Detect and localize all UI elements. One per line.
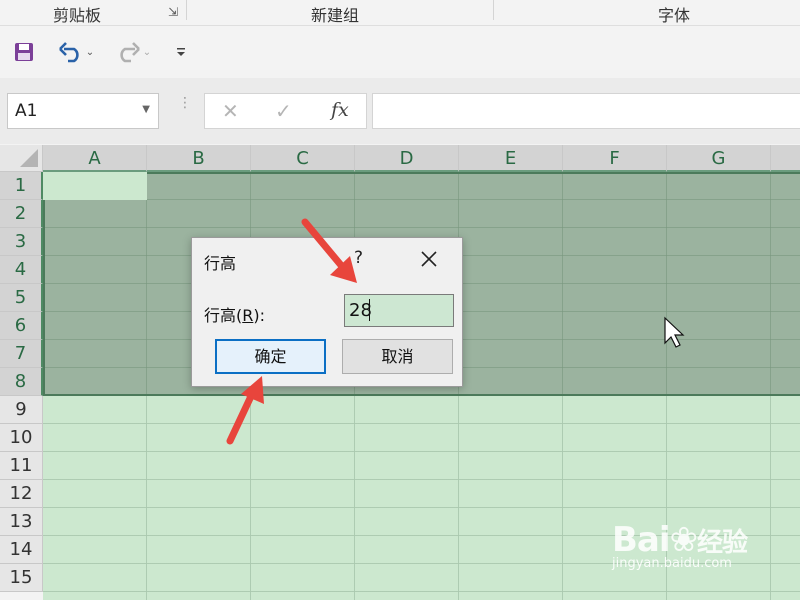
- undo-icon: [58, 42, 79, 63]
- row-header-1[interactable]: 1: [0, 172, 43, 200]
- cancel-button[interactable]: 取消: [342, 339, 453, 374]
- column-header-g[interactable]: G: [667, 145, 771, 172]
- row-header-5[interactable]: 5: [0, 284, 43, 312]
- row-header-2[interactable]: 2: [0, 200, 43, 228]
- column-header-h[interactable]: [771, 145, 800, 172]
- row-header-6[interactable]: 6: [0, 312, 43, 340]
- row-header-14[interactable]: 14: [0, 536, 43, 564]
- paw-icon: ❀: [669, 520, 698, 560]
- cancel-edit-button[interactable]: ✕: [222, 99, 239, 123]
- caret-down-icon[interactable]: ▼: [142, 104, 150, 115]
- column-header-f[interactable]: F: [563, 145, 667, 172]
- row-height-input[interactable]: [344, 294, 454, 327]
- name-box[interactable]: A1 ▼: [7, 93, 159, 129]
- row-header-9[interactable]: 9: [0, 396, 43, 424]
- row-header-8[interactable]: 8: [0, 368, 43, 396]
- label-prefix: 行高(: [204, 306, 243, 325]
- save-button[interactable]: [12, 39, 36, 65]
- watermark-logo: Bai❀经验: [612, 520, 748, 560]
- row-header-11[interactable]: 11: [0, 452, 43, 480]
- row-header-12[interactable]: 12: [0, 480, 43, 508]
- active-cell-a1[interactable]: [43, 172, 147, 200]
- row-header-10[interactable]: 10: [0, 424, 43, 452]
- row-header-4[interactable]: 4: [0, 256, 43, 284]
- watermark-logo-left: Bai: [612, 520, 671, 560]
- redo-button[interactable]: ⌄: [110, 39, 156, 65]
- redo-icon: [120, 42, 140, 63]
- insert-function-button[interactable]: fx: [331, 99, 349, 121]
- help-button[interactable]: ?: [354, 248, 363, 268]
- formula-input[interactable]: [372, 93, 800, 129]
- dialog-launcher-icon[interactable]: ⇲: [168, 5, 182, 19]
- enter-edit-button[interactable]: ✓: [275, 99, 292, 123]
- ribbon-divider: [493, 0, 494, 20]
- ribbon-group-new: 新建组: [311, 6, 360, 25]
- save-icon: [15, 43, 33, 61]
- watermark-logo-right: 经验: [697, 528, 748, 558]
- formula-buttons: ✕ ✓ fx: [204, 93, 367, 129]
- quick-access-toolbar: ⌄ ⌄: [0, 27, 800, 77]
- text-caret: [369, 299, 370, 321]
- watermark-url: jingyan.baidu.com: [612, 556, 732, 571]
- ribbon-group-font: 字体: [658, 6, 691, 25]
- ribbon-divider: [186, 0, 187, 20]
- row-height-label: 行高(R):: [204, 302, 265, 326]
- ribbon-group-bar: 剪贴板 ⇲ 新建组 字体: [0, 0, 800, 26]
- row-header-3[interactable]: 3: [0, 228, 43, 256]
- close-icon[interactable]: [420, 250, 438, 268]
- column-header-d[interactable]: D: [355, 145, 459, 172]
- row-header-7[interactable]: 7: [0, 340, 43, 368]
- row-header-13[interactable]: 13: [0, 508, 43, 536]
- select-all-button[interactable]: [0, 145, 43, 172]
- label-accesskey: R: [242, 306, 254, 325]
- customize-qat-icon: [177, 48, 185, 56]
- formula-bar: A1 ▼ ⋮ ✕ ✓ fx: [0, 78, 800, 144]
- baidu-watermark: Bai❀经验 jingyan.baidu.com: [612, 520, 748, 571]
- chevron-down-icon[interactable]: ⌄: [86, 47, 94, 58]
- ribbon-group-clipboard: 剪贴板: [53, 6, 102, 25]
- row-header-15[interactable]: 15: [0, 564, 43, 592]
- column-header-a[interactable]: A: [43, 145, 147, 172]
- undo-button[interactable]: ⌄: [52, 39, 100, 65]
- dialog-title: 行高: [204, 254, 237, 273]
- chevron-down-icon[interactable]: ⌄: [143, 47, 151, 58]
- column-header-c[interactable]: C: [251, 145, 355, 172]
- column-header-b[interactable]: B: [147, 145, 251, 172]
- row-height-dialog: 行高 ? 行高(R): 确定 取消: [191, 237, 463, 387]
- label-suffix: ):: [253, 306, 266, 325]
- name-box-value: A1: [15, 101, 38, 121]
- ok-button[interactable]: 确定: [215, 339, 326, 374]
- grip-icon[interactable]: ⋮: [178, 96, 192, 110]
- column-header-e[interactable]: E: [459, 145, 563, 172]
- customize-qat-button[interactable]: [172, 39, 190, 65]
